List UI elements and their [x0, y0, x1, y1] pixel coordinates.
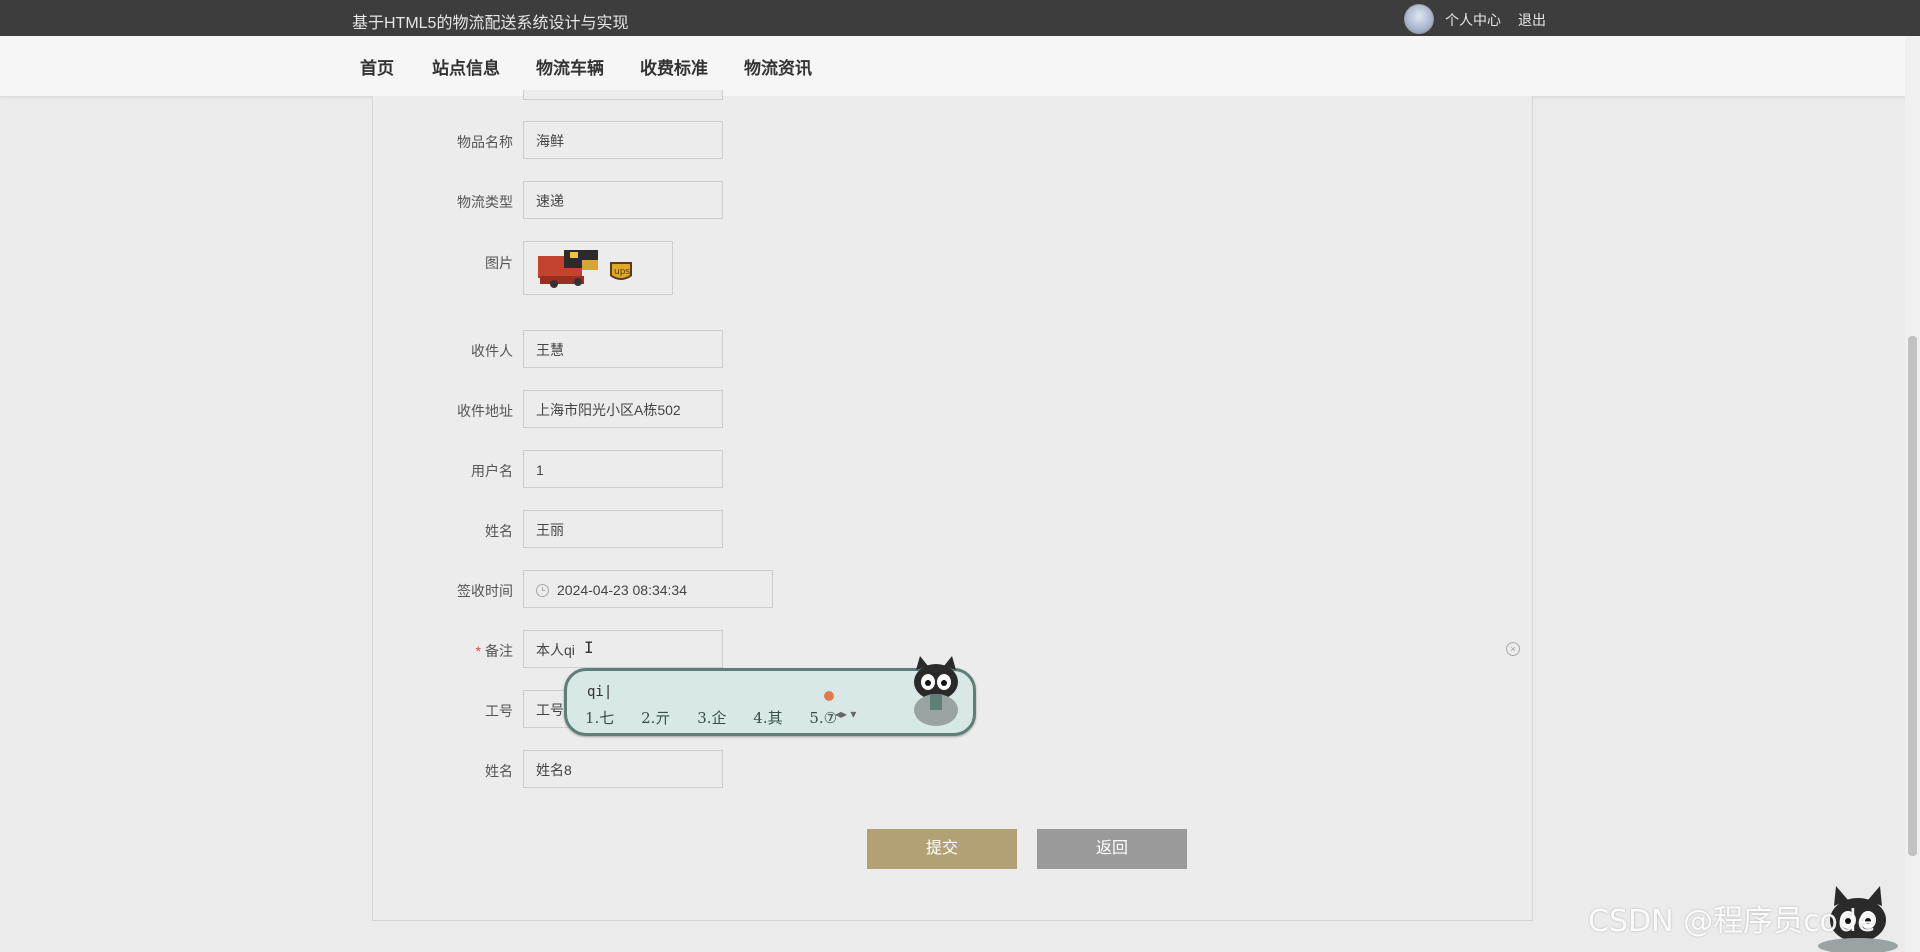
sign-time-label: 签收时间 — [457, 583, 513, 599]
submit-button[interactable]: 提交 — [867, 829, 1017, 869]
sign-time-value: 2024-04-23 08:34:34 — [557, 582, 687, 598]
ime-composition: qi| — [587, 684, 613, 700]
personal-center-link[interactable]: 个人中心 — [1445, 10, 1501, 30]
remark-label-text: 备注 — [485, 643, 513, 659]
image-label: 图片 — [485, 255, 513, 271]
username-field[interactable]: 1 — [523, 450, 723, 488]
ime-candidate[interactable]: 5.⑦ — [809, 709, 837, 727]
name-field[interactable]: 王丽 — [523, 510, 723, 548]
username-label: 用户名 — [471, 463, 513, 479]
recipient-label: 收件人 — [471, 343, 513, 359]
sign-time-field[interactable]: 2024-04-23 08:34:34 — [523, 570, 773, 608]
staff-no-label: 工号 — [485, 703, 513, 719]
required-mark: * — [475, 643, 481, 659]
item-name-label: 物品名称 — [457, 134, 513, 150]
nav-item-stations[interactable]: 站点信息 — [432, 54, 500, 79]
ime-page-arrows-icon[interactable]: ◂▸ ▾ — [835, 707, 856, 721]
staff-name-label: 姓名 — [485, 763, 513, 779]
logistics-type-field[interactable]: 速递 — [523, 181, 723, 219]
delivery-image: ups — [538, 250, 632, 288]
product-image[interactable]: ups — [523, 241, 673, 295]
ime-candidate[interactable]: 4.其 — [753, 709, 782, 727]
recipient-field[interactable]: 王慧 — [523, 330, 723, 368]
ime-status-icon — [824, 691, 834, 701]
svg-text:ups: ups — [614, 267, 630, 277]
main-nav: 首页 站点信息 物流车辆 收费标准 物流资讯 — [0, 36, 1905, 97]
nav-item-vehicles[interactable]: 物流车辆 — [536, 54, 604, 79]
name-label: 姓名 — [485, 523, 513, 539]
ime-candidate[interactable]: 2.亓 — [641, 709, 670, 727]
logistics-type-label: 物流类型 — [457, 194, 513, 210]
scrollbar-thumb[interactable] — [1908, 336, 1917, 856]
nav-item-fees[interactable]: 收费标准 — [640, 54, 708, 79]
remark-field[interactable]: 本人qi — [523, 630, 723, 668]
text-cursor-icon: I — [584, 638, 594, 657]
ime-candidate[interactable]: 1.七 — [585, 709, 614, 727]
item-name-field[interactable]: 海鲜 — [523, 121, 723, 159]
clear-icon[interactable]: × — [1506, 642, 1520, 656]
clipped-field[interactable] — [523, 90, 723, 100]
page-scrollbar[interactable] — [1905, 36, 1920, 952]
cat-mascot-icon — [914, 656, 958, 726]
watermark: CSDN @程序员code — [1588, 904, 1876, 939]
staff-name-field[interactable]: 姓名8 — [523, 750, 723, 788]
remark-label: * 备注 — [373, 641, 513, 661]
top-bar: 基于HTML5的物流配送系统设计与实现 个人中心 退出 — [0, 0, 1920, 36]
site-title: 基于HTML5的物流配送系统设计与实现 — [352, 15, 629, 32]
address-label: 收件地址 — [457, 403, 513, 419]
address-field[interactable]: 上海市阳光小区A栋502 — [523, 390, 723, 428]
back-button[interactable]: 返回 — [1037, 829, 1187, 869]
nav-item-home[interactable]: 首页 — [360, 54, 394, 79]
logout-link[interactable]: 退出 — [1518, 10, 1546, 30]
avatar[interactable] — [1404, 4, 1434, 34]
ime-candidate[interactable]: 3.企 — [697, 709, 726, 727]
nav-item-news[interactable]: 物流资讯 — [744, 54, 812, 79]
clock-icon — [536, 583, 549, 597]
ime-candidates: 1.七 2.亓 3.企 4.其 5.⑦ — [585, 707, 859, 728]
